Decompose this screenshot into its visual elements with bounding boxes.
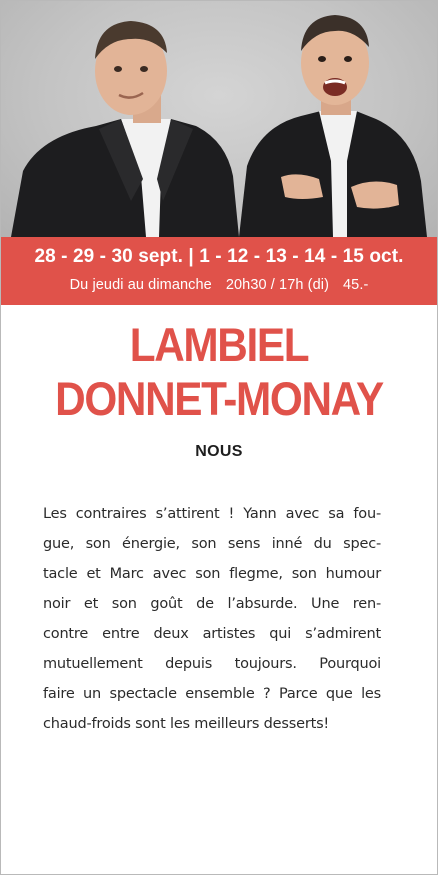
description-line: Les contraires s’attirent ! Yann avec sa… bbox=[43, 506, 381, 522]
schedule-details: Du jeudi au dimanche 20h30 / 17h (di) 45.- bbox=[1, 277, 437, 293]
times-label: 20h30 / 17h (di) bbox=[225, 277, 330, 293]
show-subtitle: NOUS bbox=[195, 443, 243, 460]
description-line: contre entre deux artistes qui s’admiren… bbox=[43, 626, 381, 642]
performance-dates: 28 - 29 - 30 sept. | 1 - 12 - 13 - 14 - … bbox=[34, 246, 404, 267]
date-banner: 28 - 29 - 30 sept. | 1 - 12 - 13 - 14 - … bbox=[1, 237, 437, 305]
title-line-2: DONNET-MONAY bbox=[55, 372, 384, 425]
description-line: faire un spectacle ensemble ? Parce que … bbox=[43, 686, 381, 702]
description-line: tacle et Marc avec son flegme, son humou… bbox=[43, 566, 381, 582]
show-card: 28 - 29 - 30 sept. | 1 - 12 - 13 - 14 - … bbox=[0, 0, 438, 875]
price-label: 45.- bbox=[343, 277, 369, 293]
description-line: noir et son goût de l’absurde. Une ren- bbox=[43, 596, 381, 612]
description-line: chaud-froids sont les meilleurs desserts… bbox=[43, 716, 330, 732]
description-line: mutuellement depuis toujours. Pourquoi bbox=[43, 656, 381, 672]
description: Les contraires s’attirent ! Yann avec sa… bbox=[43, 499, 381, 739]
days-label: Du jeudi au dimanche bbox=[69, 277, 212, 293]
right-performer bbox=[239, 15, 427, 237]
performers-illustration bbox=[11, 15, 427, 237]
performers-photo bbox=[1, 1, 437, 237]
description-line: gue, son énergie, son sens inné du spec- bbox=[43, 536, 381, 552]
title-line-1: LAMBIEL bbox=[129, 318, 310, 371]
left-performer bbox=[11, 21, 239, 237]
